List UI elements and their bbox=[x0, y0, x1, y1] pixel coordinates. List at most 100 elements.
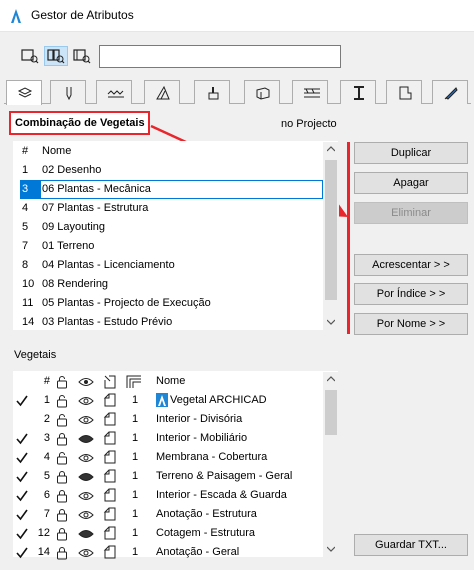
eye-icon[interactable] bbox=[78, 415, 94, 425]
column-header-name[interactable]: Nome bbox=[156, 372, 185, 391]
wireframe-icon[interactable] bbox=[103, 450, 117, 464]
checkmark-icon[interactable] bbox=[16, 448, 28, 467]
unlock-icon[interactable] bbox=[56, 413, 68, 427]
list-item[interactable]: 10 08 Rendering bbox=[14, 275, 323, 294]
lock-icon[interactable] bbox=[56, 508, 68, 522]
layer-name: Anotação - Geral bbox=[156, 546, 240, 558]
column-header-number[interactable]: # bbox=[28, 372, 50, 391]
row-number: 11 bbox=[22, 297, 34, 309]
row-number: 3 bbox=[22, 183, 29, 195]
unlock-icon[interactable] bbox=[56, 394, 68, 408]
wireframe-icon[interactable] bbox=[103, 526, 117, 540]
lock-icon[interactable] bbox=[56, 546, 68, 560]
row-number: 8 bbox=[22, 259, 29, 271]
layer-row[interactable]: 12 1 Cotagem - Estrutura bbox=[14, 524, 326, 543]
layer-row[interactable]: 3 1 Interior - Mobiliário bbox=[14, 429, 326, 448]
row-name: 07 Plantas - Estrutura bbox=[42, 202, 149, 214]
checkmark-icon[interactable] bbox=[16, 543, 28, 562]
lock-column-icon[interactable] bbox=[56, 375, 68, 389]
list-item[interactable]: 11 05 Plantas - Projecto de Execução bbox=[14, 294, 323, 313]
eye-closed-icon[interactable] bbox=[78, 434, 94, 444]
checkmark-icon[interactable] bbox=[16, 524, 28, 543]
row-number: 1 bbox=[22, 164, 29, 176]
eye-closed-icon[interactable] bbox=[78, 472, 94, 482]
list-item[interactable]: 5 09 Layouting bbox=[14, 218, 323, 237]
layer-row[interactable]: 14 1 Anotação - Geral bbox=[14, 543, 326, 562]
eye-icon[interactable] bbox=[78, 396, 94, 406]
checkmark-icon[interactable] bbox=[16, 429, 28, 448]
lock-icon[interactable] bbox=[56, 527, 68, 541]
layers-list[interactable]: # Nome 1 1 Vegetal ARCHICAD 2 1 Interior - Di… bbox=[13, 371, 339, 560]
row-name: 02 Desenho bbox=[42, 164, 102, 176]
scroll-up-arrow-icon[interactable] bbox=[327, 376, 335, 382]
by-name-button[interactable]: Por Nome > > bbox=[354, 313, 468, 335]
eye-icon[interactable] bbox=[78, 453, 94, 463]
layer-row[interactable]: 2 1 Interior - Divisória bbox=[14, 410, 326, 429]
list-item[interactable]: 4 07 Plantas - Estrutura bbox=[14, 199, 323, 218]
layers-scrollbar[interactable] bbox=[323, 372, 339, 558]
by-index-button[interactable]: Por Índice > > bbox=[354, 283, 468, 305]
row-name: 06 Plantas - Mecânica bbox=[42, 183, 151, 195]
row-name: 09 Layouting bbox=[42, 221, 105, 233]
intersection-column-icon[interactable] bbox=[126, 375, 142, 389]
eliminate-button[interactable]: Eliminar bbox=[354, 202, 468, 224]
eye-icon[interactable] bbox=[78, 491, 94, 501]
wireframe-icon[interactable] bbox=[103, 545, 117, 559]
layer-pen-number: 1 bbox=[132, 508, 139, 520]
layer-pen-number: 1 bbox=[132, 413, 139, 425]
wireframe-icon[interactable] bbox=[103, 431, 117, 445]
save-txt-button[interactable]: Guardar TXT... bbox=[354, 534, 468, 556]
layer-name: Anotação - Estrutura bbox=[156, 508, 257, 520]
checkmark-icon[interactable] bbox=[16, 505, 28, 524]
scroll-down-arrow-icon[interactable] bbox=[327, 546, 335, 552]
layer-row[interactable]: 7 1 Anotação - Estrutura bbox=[14, 505, 326, 524]
layer-number: 6 bbox=[43, 489, 50, 501]
append-button[interactable]: Acrescentar > > bbox=[354, 254, 468, 276]
scroll-down-arrow-icon[interactable] bbox=[327, 319, 335, 325]
list-item[interactable]: 14 03 Plantas - Estudo Prévio bbox=[14, 313, 323, 332]
layer-pen-number: 1 bbox=[132, 451, 139, 463]
layer-number: 1 bbox=[43, 394, 50, 406]
checkmark-icon[interactable] bbox=[16, 486, 28, 505]
scroll-thumb[interactable] bbox=[325, 390, 337, 435]
list-item[interactable]: 1 02 Desenho bbox=[14, 161, 323, 180]
wireframe-icon[interactable] bbox=[103, 507, 117, 521]
scroll-thumb[interactable] bbox=[325, 160, 337, 300]
eye-closed-icon[interactable] bbox=[78, 529, 94, 539]
layer-number: 4 bbox=[43, 451, 50, 463]
wireframe-column-icon[interactable] bbox=[103, 375, 117, 389]
layer-number: 3 bbox=[43, 432, 50, 444]
layer-pen-number: 1 bbox=[132, 432, 139, 444]
row-name: 05 Plantas - Projecto de Execução bbox=[42, 297, 211, 309]
column-header-name[interactable]: Nome bbox=[42, 142, 71, 161]
list-item[interactable]: 7 01 Terreno bbox=[14, 237, 323, 256]
list-item[interactable]: 8 04 Plantas - Licenciamento bbox=[14, 256, 323, 275]
unlock-icon[interactable] bbox=[56, 451, 68, 465]
layer-row[interactable]: 6 1 Interior - Escada & Guarda bbox=[14, 486, 326, 505]
list-item-selected[interactable]: 3 06 Plantas - Mecânica bbox=[14, 180, 323, 199]
layers-section-label: Vegetais bbox=[14, 349, 57, 361]
lock-icon[interactable] bbox=[56, 470, 68, 484]
combinations-list[interactable]: # Nome 1 02 Desenho 3 06 Plantas - Mecânica… bbox=[13, 141, 339, 332]
wireframe-icon[interactable] bbox=[103, 393, 117, 407]
checkmark-icon[interactable] bbox=[16, 467, 28, 486]
delete-button[interactable]: Apagar bbox=[354, 172, 468, 194]
lock-icon[interactable] bbox=[56, 432, 68, 446]
checkmark-icon[interactable] bbox=[16, 391, 28, 410]
layer-pen-number: 1 bbox=[132, 394, 139, 406]
layer-row[interactable]: 1 1 Vegetal ARCHICAD bbox=[14, 391, 326, 410]
layer-pen-number: 1 bbox=[132, 470, 139, 482]
wireframe-icon[interactable] bbox=[103, 412, 117, 426]
eye-icon[interactable] bbox=[78, 510, 94, 520]
visibility-column-icon[interactable] bbox=[78, 377, 94, 387]
layer-row[interactable]: 5 1 Terreno & Paisagem - Geral bbox=[14, 467, 326, 486]
duplicate-button[interactable]: Duplicar bbox=[354, 142, 468, 164]
combinations-scrollbar[interactable] bbox=[323, 142, 339, 331]
wireframe-icon[interactable] bbox=[103, 488, 117, 502]
layer-row[interactable]: 4 1 Membrana - Cobertura bbox=[14, 448, 326, 467]
lock-icon[interactable] bbox=[56, 489, 68, 503]
wireframe-icon[interactable] bbox=[103, 469, 117, 483]
eye-icon[interactable] bbox=[78, 548, 94, 558]
scroll-up-arrow-icon[interactable] bbox=[327, 146, 335, 152]
column-header-number[interactable]: # bbox=[22, 142, 28, 161]
